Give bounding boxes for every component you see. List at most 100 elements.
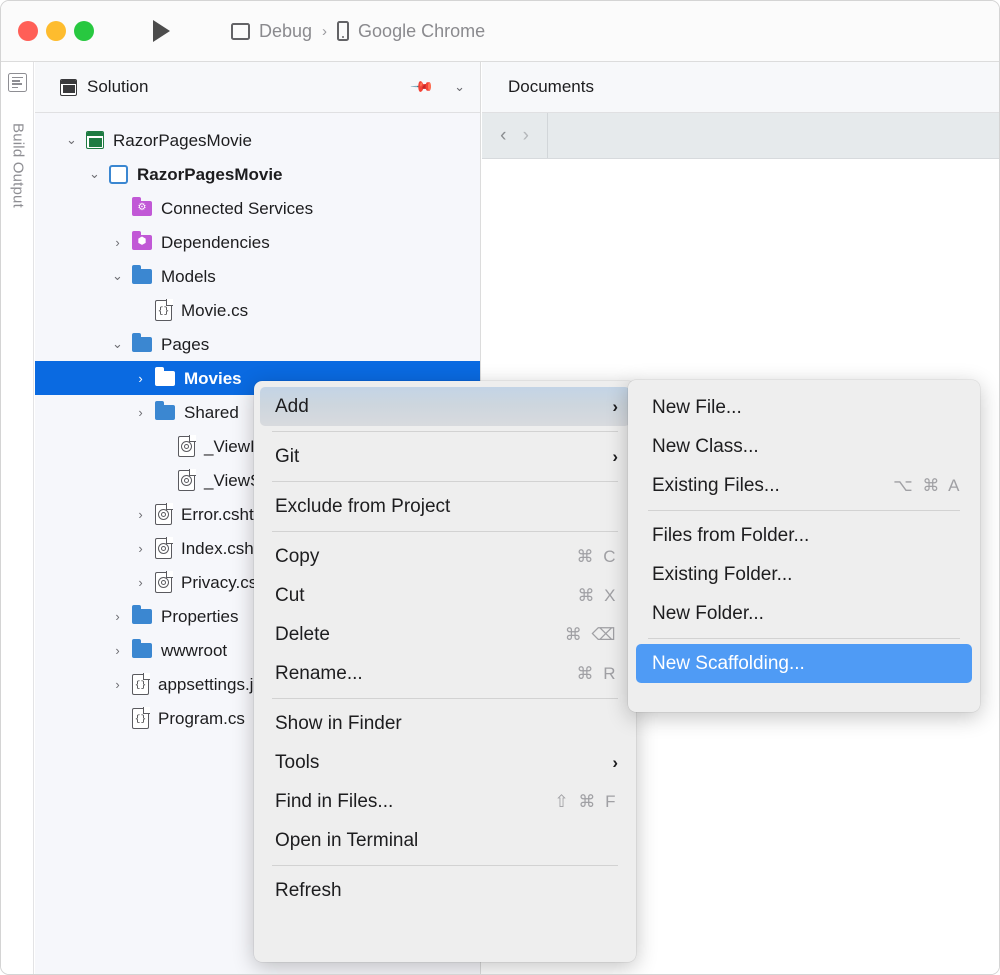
solution-panel-actions: 📌 ⌄ — [413, 78, 465, 96]
tree-item-label: Pages — [161, 336, 209, 353]
documents-breadcrumb-bar — [548, 113, 1000, 158]
disclosure-triangle-open[interactable]: ⌄ — [109, 268, 126, 285]
menu-item-copy[interactable]: Copy⌘ C — [254, 537, 636, 576]
disclosure-triangle-closed[interactable]: › — [109, 234, 126, 251]
disclosure-triangle-closed[interactable]: › — [132, 540, 149, 557]
menu-item-new-file[interactable]: New File... — [628, 388, 980, 427]
folder-icon — [155, 371, 175, 386]
disclosure-triangle-open[interactable]: ⌄ — [63, 132, 80, 149]
build-output-icon[interactable] — [8, 73, 27, 92]
menu-item-label: Find in Files... — [275, 791, 554, 813]
menu-item-new-class[interactable]: New Class... — [628, 427, 980, 466]
menu-item-exclude-from-project[interactable]: Exclude from Project — [254, 487, 636, 526]
menu-item-label: Copy — [275, 546, 577, 568]
tree-item-label: Models — [161, 268, 216, 285]
disclosure-spacer: › — [155, 472, 172, 489]
disclosure-spacer: › — [132, 370, 149, 387]
tree-item-label: Movie.cs — [181, 302, 248, 319]
pin-icon[interactable]: 📌 — [410, 74, 436, 100]
menu-item-existing-folder[interactable]: Existing Folder... — [628, 555, 980, 594]
disclosure-triangle-closed[interactable]: › — [132, 506, 149, 523]
menu-item-cut[interactable]: Cut⌘ X — [254, 576, 636, 615]
disclosure-triangle-open[interactable]: ⌄ — [86, 166, 103, 183]
run-target-selector[interactable]: Debug › Google Chrome — [231, 21, 485, 42]
menu-separator — [272, 531, 618, 532]
menu-item-label: Existing Folder... — [652, 564, 962, 586]
menu-item-label: Git — [275, 446, 612, 468]
solution-panel-title: Solution — [87, 77, 148, 97]
menu-item-new-scaffolding[interactable]: New Scaffolding... — [636, 644, 972, 683]
menu-item-label: Delete — [275, 624, 565, 646]
build-output-tab[interactable]: Build Output — [10, 108, 27, 224]
menu-item-open-in-terminal[interactable]: Open in Terminal — [254, 821, 636, 860]
tree-item-movie-cs[interactable]: ›{}Movie.cs — [35, 293, 480, 327]
tree-item-label: Program.cs — [158, 710, 245, 727]
razor-file-icon — [155, 538, 172, 559]
window-controls — [18, 21, 94, 41]
menu-item-label: Rename... — [275, 663, 577, 685]
folder-icon — [155, 405, 175, 420]
chevron-down-icon[interactable]: ⌄ — [454, 79, 465, 95]
menu-item-refresh[interactable]: Refresh — [254, 871, 636, 910]
back-arrow-icon[interactable]: ‹ — [500, 125, 506, 147]
ide-window: Debug › Google Chrome Build Output Solut… — [0, 0, 1000, 975]
run-button[interactable] — [148, 18, 174, 44]
folder-icon — [132, 337, 152, 352]
navigation-arrows: ‹ › — [482, 113, 548, 158]
menu-item-show-in-finder[interactable]: Show in Finder — [254, 704, 636, 743]
tree-item-label: Dependencies — [161, 234, 270, 251]
tree-item-label: Connected Services — [161, 200, 313, 217]
disclosure-spacer: › — [155, 438, 172, 455]
tree-item-label: RazorPagesMovie — [137, 166, 283, 183]
tree-item-pages[interactable]: ⌄ Pages — [35, 327, 480, 361]
context-menu[interactable]: Add›Git›Exclude from ProjectCopy⌘ CCut⌘ … — [254, 381, 636, 962]
tree-item-razorpagesmovie[interactable]: ⌄RazorPagesMovie — [35, 123, 480, 157]
menu-item-label: New Scaffolding... — [652, 653, 960, 675]
play-icon — [153, 20, 170, 42]
menu-item-files-from-folder[interactable]: Files from Folder... — [628, 516, 980, 555]
menu-separator — [648, 638, 960, 639]
tree-item-razorpagesmovie[interactable]: ⌄ RazorPagesMovie — [35, 157, 480, 191]
menu-item-git[interactable]: Git› — [254, 437, 636, 476]
disclosure-triangle-closed[interactable]: › — [109, 608, 126, 625]
menu-item-label: Open in Terminal — [275, 830, 618, 852]
folder-icon — [132, 643, 152, 658]
documents-panel-title: Documents — [482, 62, 1000, 113]
menu-item-add[interactable]: Add› — [260, 387, 630, 426]
minimize-button[interactable] — [46, 21, 66, 41]
zoom-button[interactable] — [74, 21, 94, 41]
menu-item-label: Add — [275, 396, 612, 418]
menu-item-rename[interactable]: Rename...⌘ R — [254, 654, 636, 693]
menu-item-find-in-files[interactable]: Find in Files...⇧ ⌘ F — [254, 782, 636, 821]
menu-item-label: Show in Finder — [275, 713, 618, 735]
close-button[interactable] — [18, 21, 38, 41]
menu-item-delete[interactable]: Delete⌘ ⌫ — [254, 615, 636, 654]
tree-item-label: Shared — [184, 404, 239, 421]
csharp-file-icon: {} — [132, 708, 149, 729]
disclosure-triangle-closed[interactable]: › — [109, 676, 126, 693]
menu-separator — [272, 865, 618, 866]
documents-navbar: ‹ › — [482, 113, 1000, 159]
tree-item-label: wwwroot — [161, 642, 227, 659]
menu-item-label: Refresh — [275, 880, 618, 902]
forward-arrow-icon[interactable]: › — [523, 125, 529, 147]
razor-file-icon — [178, 436, 195, 457]
menu-item-new-folder[interactable]: New Folder... — [628, 594, 980, 633]
tree-item-dependencies[interactable]: ›⬢Dependencies — [35, 225, 480, 259]
menu-item-shortcut: ⌥ ⌘ A — [893, 476, 962, 496]
menu-item-tools[interactable]: Tools› — [254, 743, 636, 782]
tree-item-models[interactable]: ⌄ Models — [35, 259, 480, 293]
add-submenu[interactable]: New File...New Class...Existing Files...… — [628, 380, 980, 712]
disclosure-triangle-closed[interactable]: › — [132, 574, 149, 591]
left-rail: Build Output — [1, 62, 34, 975]
disclosure-triangle-closed[interactable]: › — [109, 642, 126, 659]
tree-item-label: Properties — [161, 608, 238, 625]
chevron-right-icon: › — [612, 753, 618, 773]
tree-item-connected-services[interactable]: ›⚙Connected Services — [35, 191, 480, 225]
json-file-icon: {} — [132, 674, 149, 695]
folder-icon — [132, 269, 152, 284]
menu-item-existing-files[interactable]: Existing Files...⌥ ⌘ A — [628, 466, 980, 505]
disclosure-triangle-closed[interactable]: › — [132, 404, 149, 421]
device-icon — [337, 21, 349, 41]
disclosure-triangle-open[interactable]: ⌄ — [109, 336, 126, 353]
